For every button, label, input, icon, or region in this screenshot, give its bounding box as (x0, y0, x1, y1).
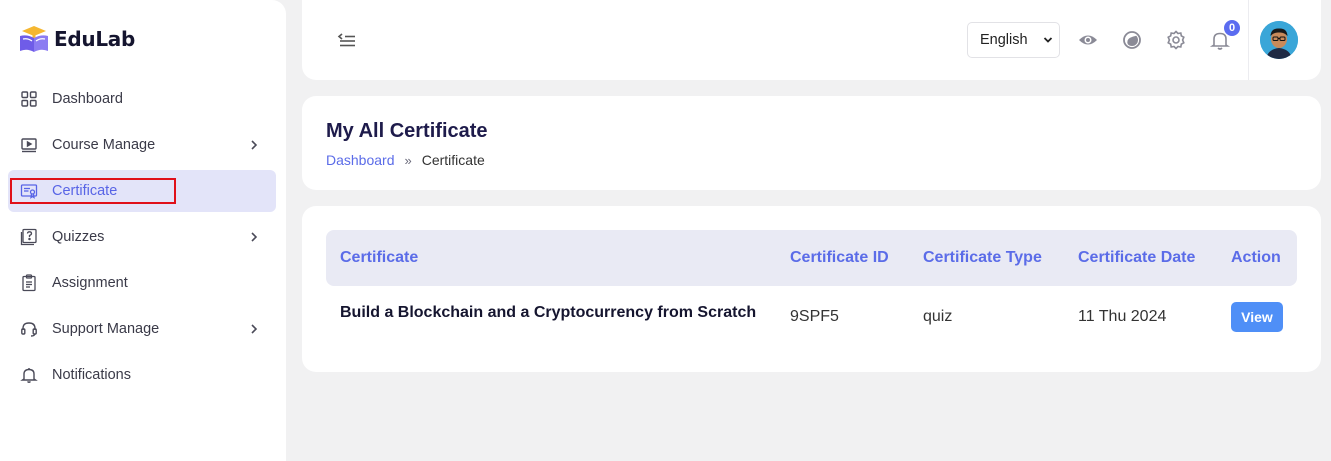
breadcrumb-current: Certificate (421, 152, 485, 168)
sidebar-item-label: Notifications (52, 367, 131, 383)
language-select[interactable]: English (967, 22, 1060, 58)
sidebar-item-label: Quizzes (52, 229, 105, 245)
sidebar: EduLab Dashboard Course Manage Certifica… (0, 0, 286, 461)
sidebar-item-assignment[interactable]: Assignment (8, 262, 276, 304)
user-avatar[interactable] (1260, 21, 1298, 59)
sidebar-item-label: Assignment (52, 275, 128, 291)
language-selected-value: English (980, 32, 1028, 48)
headset-icon (20, 320, 38, 338)
certificate-type: quiz (923, 308, 953, 325)
sidebar-item-label: Support Manage (52, 321, 160, 337)
certificate-table-card: Certificate Certificate ID Certificate T… (302, 206, 1321, 372)
header-divider (1248, 0, 1249, 80)
column-header-certificate: Certificate (340, 249, 419, 266)
chevron-down-icon (1043, 37, 1053, 43)
certificate-course-name: Build a Blockchain and a Cryptocurrency … (340, 304, 757, 321)
theme-toggle-icon[interactable] (1120, 28, 1144, 52)
sidebar-item-notifications[interactable]: Notifications (8, 354, 276, 396)
notification-count-badge: 0 (1224, 20, 1240, 36)
column-header-certificate-id: Certificate ID (790, 249, 889, 266)
sidebar-item-quizzes[interactable]: Quizzes (8, 216, 276, 258)
brand-name: EduLab (54, 27, 135, 51)
sidebar-collapse-icon[interactable] (336, 30, 358, 50)
column-header-certificate-type: Certificate Type (923, 249, 1042, 266)
chevron-right-icon (251, 232, 258, 242)
chevron-right-icon (251, 324, 258, 334)
certificate-id: 9SPF5 (790, 308, 839, 325)
page-title: My All Certificate (326, 120, 488, 142)
sidebar-item-dashboard[interactable]: Dashboard (8, 78, 276, 120)
breadcrumb: Dashboard » Certificate (326, 152, 485, 168)
page-header-card: My All Certificate Dashboard » Certifica… (302, 96, 1321, 190)
avatar-image (1260, 21, 1298, 59)
sidebar-nav: Dashboard Course Manage Certificate Quiz… (0, 78, 286, 400)
brand-logo[interactable]: EduLab (18, 24, 135, 54)
breadcrumb-separator: » (404, 152, 412, 168)
graduation-book-icon (20, 26, 48, 52)
play-screen-icon (20, 136, 38, 154)
chevron-right-icon (251, 140, 258, 150)
table-row: Build a Blockchain and a Cryptocurrency … (326, 286, 1297, 346)
view-certificate-button[interactable]: View (1231, 302, 1283, 332)
sidebar-item-course-manage[interactable]: Course Manage (8, 124, 276, 166)
sidebar-item-certificate[interactable]: Certificate (8, 170, 276, 212)
sidebar-item-label: Course Manage (52, 137, 156, 153)
preview-eye-icon[interactable] (1076, 28, 1100, 52)
settings-gear-icon[interactable] (1164, 28, 1188, 52)
certificate-icon (20, 182, 38, 200)
sidebar-item-label: Certificate (52, 183, 118, 199)
column-header-certificate-date: Certificate Date (1078, 249, 1196, 266)
breadcrumb-home-link[interactable]: Dashboard (326, 152, 395, 168)
top-header: English 0 (302, 0, 1321, 80)
column-header-action: Action (1231, 249, 1281, 266)
bell-icon (20, 366, 38, 384)
certificate-date: 11 Thu 2024 (1078, 308, 1167, 325)
sidebar-item-support-manage[interactable]: Support Manage (8, 308, 276, 350)
clipboard-icon (20, 274, 38, 292)
table-header-row: Certificate Certificate ID Certificate T… (326, 230, 1297, 286)
grid-icon (20, 90, 38, 108)
sidebar-item-label: Dashboard (52, 91, 123, 107)
quiz-icon (20, 228, 38, 246)
